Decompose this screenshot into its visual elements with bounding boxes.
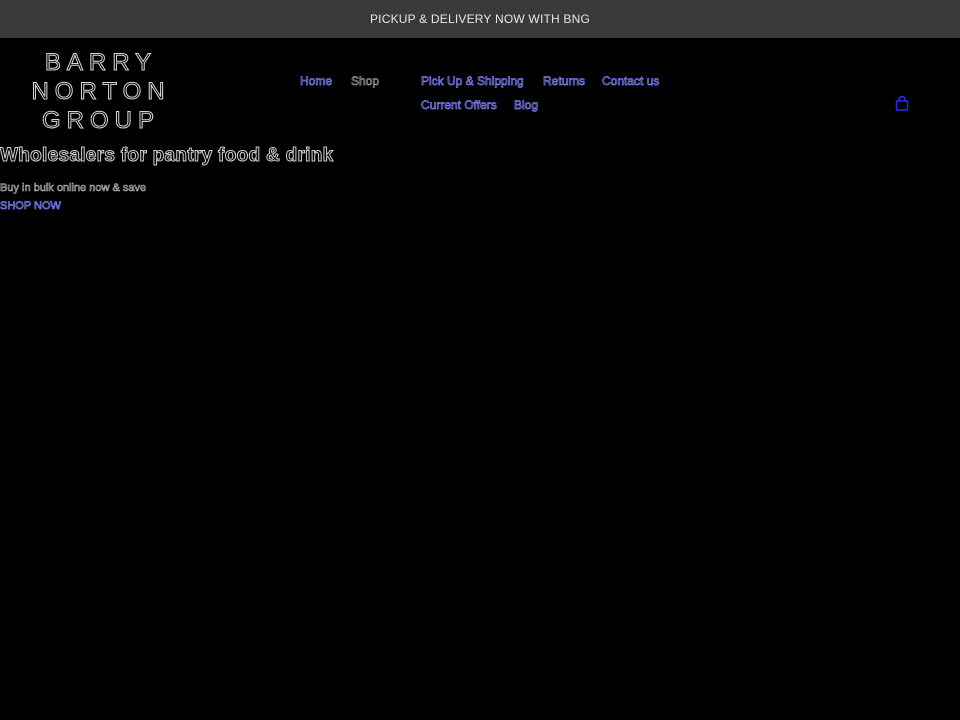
main-nav: Home Shop Pick Up & Shipping Returns Con… [290,70,690,120]
announcement-text: PICKUP & DELIVERY NOW WITH BNG [369,12,591,26]
nav-item-contact[interactable]: Contact us [602,74,660,89]
logo-line-1: BARRY [44,49,158,76]
logo-line-2: NORTON [31,78,171,105]
nav-item-home[interactable]: Home [300,74,333,89]
announcement-bar: PICKUP & DELIVERY NOW WITH BNG [0,0,960,38]
nav-item-blog[interactable]: Blog [514,98,539,113]
cart-icon [895,95,909,111]
nav-item-shop[interactable]: Shop [351,74,380,89]
site-logo[interactable]: BARRY NORTON GROUP [31,49,166,134]
nav-item-pickup-shipping[interactable]: Pick Up & Shipping [421,74,524,89]
shop-now-link[interactable]: SHOP NOW [0,200,61,213]
logo-line-3: GROUP [41,107,160,134]
hero-subtitle: Buy in bulk online now & save [0,182,147,195]
nav-item-current-offers[interactable]: Current Offers [421,98,498,113]
cart-button[interactable] [894,95,910,111]
hero-title: Wholesalers for pantry food & drink [0,145,334,167]
nav-item-returns[interactable]: Returns [543,74,586,89]
